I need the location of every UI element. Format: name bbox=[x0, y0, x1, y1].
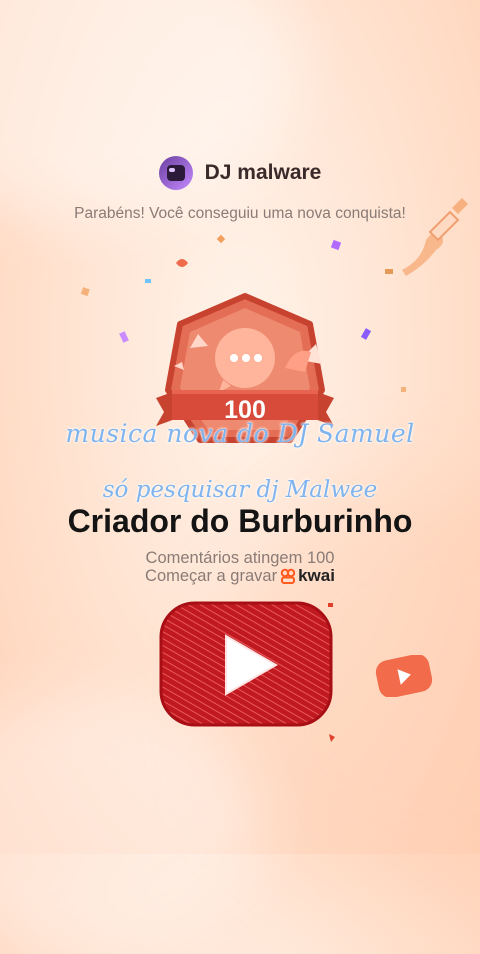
avatar[interactable] bbox=[158, 156, 193, 190]
username[interactable]: DJ malware bbox=[205, 161, 322, 185]
profile-header: DJ malware bbox=[0, 156, 480, 190]
record-cta-label: Começar a gravar bbox=[145, 566, 278, 585]
overlay-text-line-2: só pesquisar dj Malwee bbox=[102, 477, 378, 503]
achievement-title: Criador do Burburinho bbox=[67, 503, 413, 539]
congrats-message: Parabéns! Você conseguiu uma nova conqui… bbox=[74, 205, 406, 222]
kwai-icon bbox=[280, 568, 296, 584]
play-button-icon[interactable] bbox=[158, 600, 334, 728]
record-cta[interactable]: Começar a gravar kwai bbox=[0, 566, 480, 586]
overlay-text-line-1: musica nova do DJ Samuel bbox=[65, 419, 415, 448]
kwai-brand-text: kwai bbox=[298, 566, 335, 585]
kwai-logo: kwai bbox=[280, 566, 335, 586]
small-play-icon bbox=[375, 655, 433, 697]
